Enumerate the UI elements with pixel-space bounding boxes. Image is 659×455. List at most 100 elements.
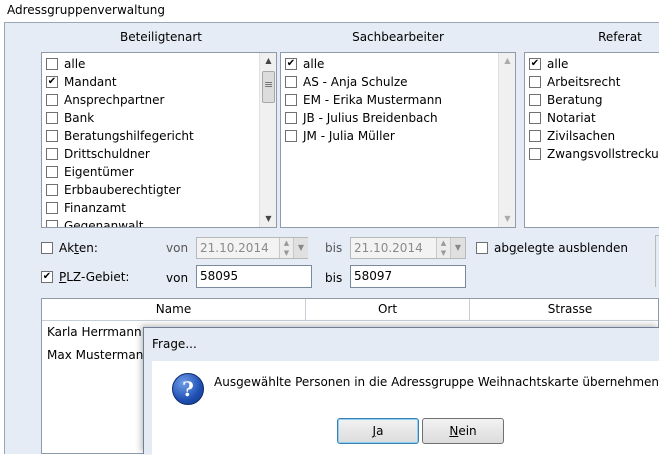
no-button[interactable]: Nein (422, 418, 504, 444)
akten-bis-value: 21.10.2014 (354, 241, 423, 255)
sachbearbeiter-item[interactable]: AS - Anja Schulze (285, 73, 442, 91)
spin-icon[interactable]: ▲ ▼ (436, 238, 450, 258)
beteiligtenart-item-label: Erbbauberechtigter (64, 183, 181, 197)
sachbearbeiter-item-label: JB - Julius Breidenbach (303, 111, 438, 125)
scroll-down-icon[interactable]: ▼ (499, 211, 515, 227)
beteiligtenart-item[interactable]: Eigentümer (46, 163, 194, 181)
akten-von-value: 21.10.2014 (200, 241, 269, 255)
beteiligtenart-item[interactable]: Bank (46, 109, 194, 127)
akten-bis-label: bis (325, 241, 343, 255)
beteiligtenart-item-checkbox[interactable] (46, 130, 58, 142)
referat-item-label: Notariat (547, 111, 596, 125)
beteiligtenart-scrollbar[interactable]: ▲ ▼ (259, 53, 276, 227)
beteiligtenart-item[interactable]: alle (46, 55, 194, 73)
abgelegte-checkbox[interactable] (476, 242, 488, 254)
beteiligtenart-item-checkbox[interactable] (46, 166, 58, 178)
sachbearbeiter-item-checkbox[interactable] (285, 76, 297, 88)
beteiligtenart-item-checkbox[interactable] (46, 112, 58, 124)
beteiligtenart-item-checkbox[interactable] (46, 220, 58, 227)
referat-item-label: Arbeitsrecht (547, 75, 621, 89)
beteiligtenart-item-checkbox[interactable] (46, 76, 58, 88)
grid-header-strasse[interactable]: Strasse (470, 299, 658, 321)
yes-button[interactable]: Ja (337, 418, 419, 444)
sachbearbeiter-item-label: AS - Anja Schulze (303, 75, 408, 89)
header-beteiligtenart: Beteiligtenart (119, 30, 202, 44)
sachbearbeiter-item[interactable]: EM - Erika Mustermann (285, 91, 442, 109)
scroll-thumb[interactable] (262, 71, 275, 103)
window-title: Adressgruppenverwaltung (0, 0, 659, 22)
referat-item-checkbox[interactable] (529, 58, 541, 70)
plz-von-input[interactable]: 58095 (196, 265, 312, 288)
abgelegte-label: abgelegte ausblenden (494, 241, 628, 255)
akten-von-label: von (166, 241, 189, 255)
sachbearbeiter-item-checkbox[interactable] (285, 112, 297, 124)
beteiligtenart-item-checkbox[interactable] (46, 94, 58, 106)
dialog-title: Frage... (152, 337, 197, 351)
beteiligtenart-item-checkbox[interactable] (46, 148, 58, 160)
referat-item-label: Zwangsvollstrecku (547, 147, 659, 161)
beteiligtenart-item-checkbox[interactable] (46, 202, 58, 214)
beteiligtenart-item-checkbox[interactable] (46, 184, 58, 196)
scroll-up-icon[interactable]: ▲ (260, 53, 276, 69)
referat-item-checkbox[interactable] (529, 112, 541, 124)
beteiligtenart-item[interactable]: Gegenanwalt (46, 217, 194, 228)
beteiligtenart-item[interactable]: Beratungshilfegericht (46, 127, 194, 145)
beteiligtenart-item-label: Bank (64, 111, 95, 125)
referat-item[interactable]: alle (529, 55, 659, 73)
akten-checkbox[interactable] (41, 242, 53, 254)
sachbearbeiter-scrollbar[interactable]: ▲ ▼ (498, 53, 515, 227)
beteiligtenart-item[interactable]: Erbbauberechtigter (46, 181, 194, 199)
sachbearbeiter-item[interactable]: alle (285, 55, 442, 73)
referat-item-checkbox[interactable] (529, 148, 541, 160)
question-dialog: Frage... ? Ausgewählte Personen in die A… (143, 327, 659, 455)
sachbearbeiter-item-label: EM - Erika Mustermann (303, 93, 442, 107)
beteiligtenart-item[interactable]: Finanzamt (46, 199, 194, 217)
referat-item[interactable]: Beratung (529, 91, 659, 109)
sachbearbeiter-item-checkbox[interactable] (285, 94, 297, 106)
beteiligtenart-item-label: Gegenanwalt (64, 219, 144, 228)
grid-row-name[interactable]: Max Mustermann (47, 348, 151, 362)
beteiligtenart-list[interactable]: alle Mandant Ansprechpartner Bank Beratungsh… (41, 52, 277, 228)
referat-item-label: alle (547, 57, 569, 71)
plz-checkbox[interactable] (41, 271, 53, 283)
plz-bis-input[interactable]: 58097 (350, 265, 466, 288)
beteiligtenart-item-label: alle (64, 57, 86, 71)
beteiligtenart-item-label: Ansprechpartner (64, 93, 165, 107)
sachbearbeiter-item[interactable]: JB - Julius Breidenbach (285, 109, 442, 127)
plz-label: PLZ-Gebiet: (59, 270, 130, 284)
akten-von-date[interactable]: 21.10.2014 ▲ ▼ ▼ (196, 237, 308, 259)
akten-bis-date[interactable]: 21.10.2014 ▲ ▼ ▼ (350, 237, 466, 259)
grid-header-ort[interactable]: Ort (306, 299, 470, 321)
question-icon: ? (172, 373, 204, 405)
referat-item[interactable]: Notariat (529, 109, 659, 127)
panel-edge (655, 235, 659, 287)
sachbearbeiter-item-label: JM - Julia Müller (303, 129, 395, 143)
referat-item[interactable]: Arbeitsrecht (529, 73, 659, 91)
referat-item-checkbox[interactable] (529, 94, 541, 106)
sachbearbeiter-list[interactable]: alle AS - Anja Schulze EM - Erika Musterma… (280, 52, 516, 228)
plz-bis-label: bis (325, 271, 343, 285)
beteiligtenart-item-checkbox[interactable] (46, 58, 58, 70)
dialog-message: Ausgewählte Personen in die Adressgruppe… (214, 375, 659, 389)
beteiligtenart-item-label: Finanzamt (64, 201, 126, 215)
sachbearbeiter-item-checkbox[interactable] (285, 58, 297, 70)
calendar-dropdown-icon[interactable]: ▼ (293, 238, 308, 258)
grid-row-name[interactable]: Karla Herrmann (47, 325, 142, 339)
referat-list[interactable]: alle Arbeitsrecht Beratung Notariat Zivilsac… (524, 52, 659, 228)
referat-item-label: Beratung (547, 93, 603, 107)
beteiligtenart-item[interactable]: Drittschuldner (46, 145, 194, 163)
grid-header-name[interactable]: Name (42, 299, 306, 321)
referat-item-checkbox[interactable] (529, 76, 541, 88)
spin-icon[interactable]: ▲ ▼ (279, 238, 293, 258)
referat-item-checkbox[interactable] (529, 130, 541, 142)
calendar-dropdown-icon[interactable]: ▼ (450, 238, 465, 258)
beteiligtenart-item[interactable]: Ansprechpartner (46, 91, 194, 109)
scroll-up-icon[interactable]: ▲ (499, 53, 515, 69)
sachbearbeiter-item[interactable]: JM - Julia Müller (285, 127, 442, 145)
sachbearbeiter-item-checkbox[interactable] (285, 130, 297, 142)
sachbearbeiter-item-label: alle (303, 57, 325, 71)
scroll-down-icon[interactable]: ▼ (260, 211, 276, 227)
referat-item[interactable]: Zivilsachen (529, 127, 659, 145)
referat-item[interactable]: Zwangsvollstrecku (529, 145, 659, 163)
beteiligtenart-item[interactable]: Mandant (46, 73, 194, 91)
